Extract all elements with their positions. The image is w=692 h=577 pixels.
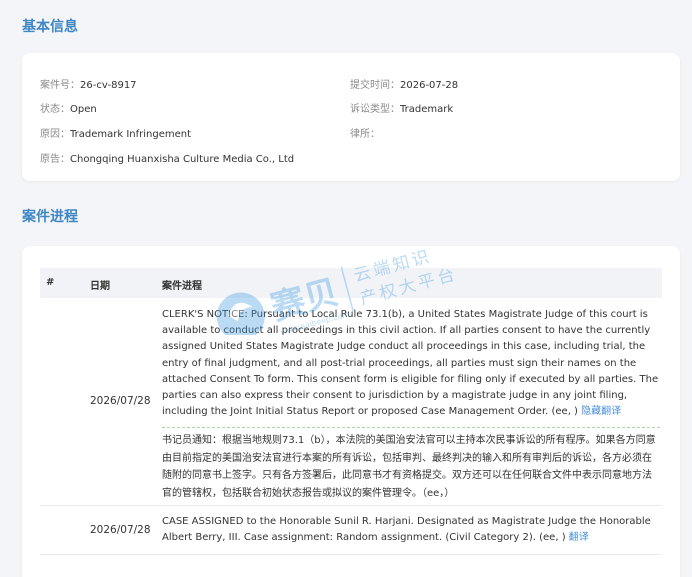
cause-label: 原因： [40, 129, 70, 140]
plaintiff-value: Chongqing Huanxisha Culture Media Co., L… [70, 154, 295, 165]
submit-time-label: 提交时间： [350, 80, 400, 91]
progress-table-header: # 日期 案件进程 [40, 268, 662, 298]
header-date: 日期 [90, 281, 110, 292]
cause-field: 原因：Trademark Infringement [40, 125, 191, 140]
status-label: 状态： [40, 104, 70, 115]
lawyer-label: 律所： [350, 129, 380, 140]
translate-link[interactable]: 翻译 [569, 532, 589, 543]
row-divider [40, 505, 662, 506]
row-divider [40, 554, 662, 555]
header-progress: 案件进程 [162, 281, 202, 292]
lawyer-field: 律所： [350, 125, 380, 140]
hide-translation-link[interactable]: 隐藏翻译 [581, 406, 621, 417]
case-number-value: 26-cv-8917 [80, 80, 137, 91]
case-type-field: 诉讼类型：Trademark [350, 100, 453, 115]
progress-title: 案件进程 [22, 209, 78, 225]
submit-time-value: 2026-07-28 [400, 80, 459, 91]
progress-card: # 日期 案件进程 2026/07/28 CLERK'S NOTICE: Pur… [22, 246, 680, 577]
row-1-text-cn: 书记员通知：根据当地规则73.1（b），本法院的美国治安法官可以主持本次民事诉讼… [162, 435, 656, 499]
case-type-label: 诉讼类型： [350, 104, 400, 115]
header-index: # [46, 277, 55, 288]
row-1-text-en-content: CLERK'S NOTICE: Pursuant to Local Rule 7… [162, 309, 659, 418]
row-2-text-en: CASE ASSIGNED to the Honorable Sunil R. … [162, 514, 660, 546]
row-2-date: 2026/07/28 [90, 524, 151, 536]
basic-info-card: 案件号：26-cv-8917 提交时间：2026-07-28 状态：Open 诉… [22, 53, 680, 181]
row-1-date: 2026/07/28 [90, 395, 151, 407]
case-type-value: Trademark [400, 104, 454, 115]
row-1-text-en: CLERK'S NOTICE: Pursuant to Local Rule 7… [162, 307, 660, 420]
translation-divider [162, 427, 660, 428]
plaintiff-label: 原告： [40, 154, 70, 165]
case-number-label: 案件号： [40, 80, 80, 91]
status-value: Open [70, 104, 97, 115]
basic-info-title: 基本信息 [22, 19, 78, 35]
plaintiff-field: 原告：Chongqing Huanxisha Culture Media Co.… [40, 150, 294, 165]
case-number-field: 案件号：26-cv-8917 [40, 76, 137, 91]
status-field: 状态：Open [40, 100, 97, 115]
cause-value: Trademark Infringement [70, 129, 192, 140]
submit-time-field: 提交时间：2026-07-28 [350, 76, 458, 91]
